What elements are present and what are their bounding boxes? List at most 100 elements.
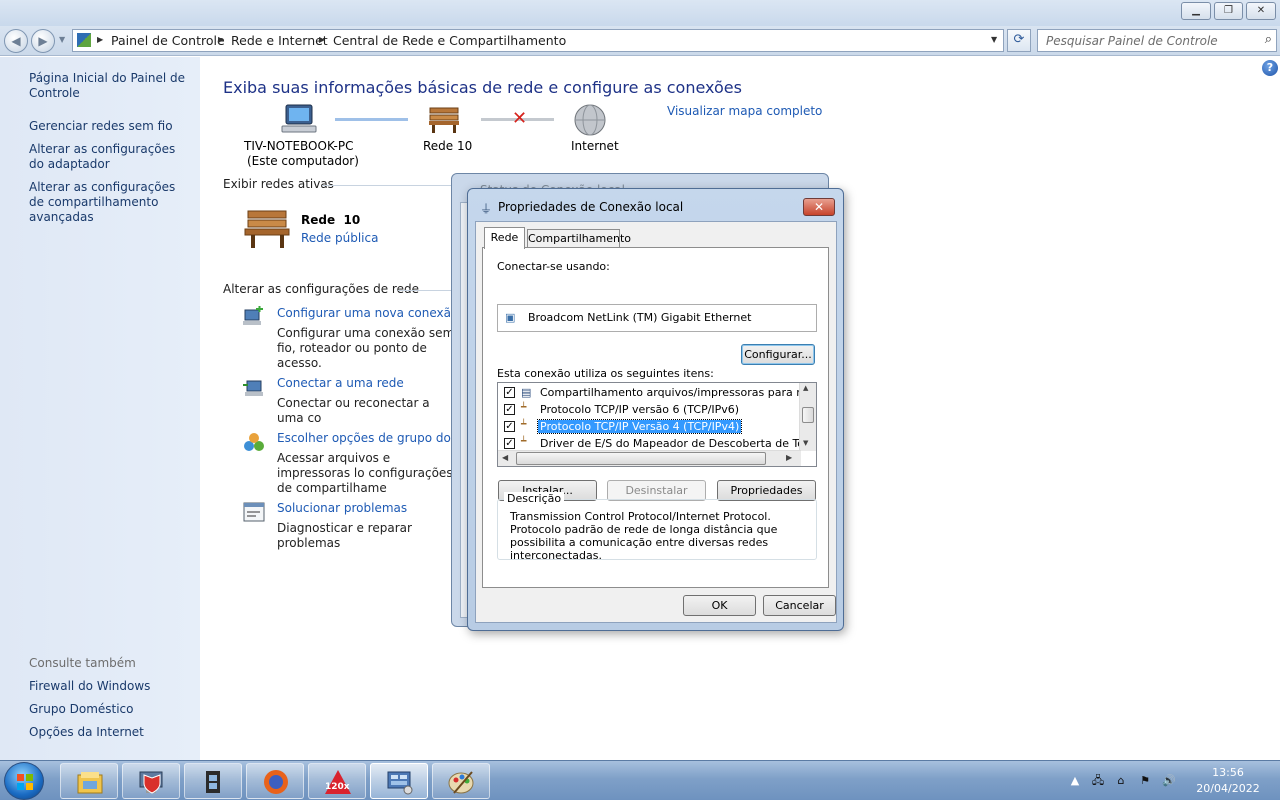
breadcrumb-separator-icon[interactable]: ▶ xyxy=(319,35,325,44)
taskbar-app-firefox[interactable] xyxy=(246,763,304,799)
item-checkbox[interactable]: ✓ xyxy=(504,404,515,415)
item-label-selected: Protocolo TCP/IP Versão 4 (TCP/IPv4) xyxy=(536,419,743,434)
protocol-icon: ┷ xyxy=(521,437,527,447)
sidebar-link-sharing[interactable]: Alterar as configurações de compartilham… xyxy=(29,180,194,225)
dialog-close-button[interactable]: ✕ xyxy=(803,198,835,216)
breadcrumb-item[interactable]: Central de Rede e Compartilhamento xyxy=(333,33,566,48)
sidebar-link-adapter[interactable]: Alterar as configurações do adaptador xyxy=(29,142,194,172)
breadcrumb-separator-icon[interactable]: ▶ xyxy=(218,35,224,44)
task-homegroup-link[interactable]: Escolher opções de grupo domés xyxy=(277,431,476,445)
item-label: Compartilhamento arquivos/impressoras pa… xyxy=(540,386,816,399)
sidebar-link-home[interactable]: Página Inicial do Painel de Controle xyxy=(29,71,194,101)
scroll-thumb[interactable] xyxy=(802,407,814,423)
minimize-button[interactable]: ▁ xyxy=(1181,2,1211,20)
connection-line xyxy=(335,118,408,121)
recent-pages-dropdown-icon[interactable]: ▼ xyxy=(59,35,65,44)
task-troubleshoot-link[interactable]: Solucionar problemas xyxy=(277,501,407,515)
task-troubleshoot-desc: Diagnosticar e reparar problemas xyxy=(277,521,412,550)
list-item[interactable]: ✓ ┷ Protocolo TCP/IP versão 6 (TCP/IPv6) xyxy=(504,402,804,418)
taskbar-app-paint[interactable] xyxy=(432,763,490,799)
see-also-firewall[interactable]: Firewall do Windows xyxy=(29,679,194,694)
refresh-button[interactable]: ⟳ xyxy=(1007,29,1031,52)
globe-icon xyxy=(574,104,606,136)
volume-icon[interactable]: 🔊 xyxy=(1162,774,1176,788)
task-new-connection-desc: Configurar uma conexão sem fio, roteador… xyxy=(277,326,455,370)
taskbar-app-control-panel[interactable] xyxy=(370,763,428,799)
scroll-left-icon[interactable]: ◀ xyxy=(502,453,508,462)
items-list[interactable]: ✓ ▤ Compartilhamento arquivos/impressora… xyxy=(497,382,817,467)
see-also-internet-options[interactable]: Opções da Internet xyxy=(29,725,194,740)
tab-rede[interactable]: Rede xyxy=(484,227,525,249)
address-box[interactable]: ▶ Painel de Controle ▶ Rede e Internet ▶… xyxy=(72,29,1004,52)
taskbar-app-security[interactable] xyxy=(122,763,180,799)
show-hidden-icons[interactable]: ▲ xyxy=(1068,774,1082,788)
address-bar-row: ◀ ▶ ▼ ▶ Painel de Controle ▶ Rede e Inte… xyxy=(0,26,1280,56)
search-input[interactable]: Pesquisar Painel de Controle ⌕ xyxy=(1037,29,1277,52)
start-button[interactable] xyxy=(4,762,44,800)
clock[interactable]: 13:56 20/04/2022 xyxy=(1183,765,1273,797)
items-label: Esta conexão utiliza os seguintes itens: xyxy=(497,367,714,380)
scroll-right-icon[interactable]: ▶ xyxy=(786,453,792,462)
hscroll-thumb[interactable] xyxy=(516,452,766,465)
properties-button[interactable]: Propriedades xyxy=(717,480,816,501)
uninstall-button[interactable]: Desinstalar xyxy=(607,480,706,501)
close-window-button[interactable]: ✕ xyxy=(1246,2,1276,20)
item-label: Protocolo TCP/IP versão 6 (TCP/IPv6) xyxy=(540,403,740,416)
tab-compartilhamento[interactable]: Compartilhamento xyxy=(527,229,631,248)
scroll-up-icon[interactable]: ▲ xyxy=(803,384,808,392)
configure-button[interactable]: Configurar... xyxy=(741,344,815,365)
breadcrumb-separator-icon: ▶ xyxy=(97,35,104,44)
maximize-button[interactable]: ❐ xyxy=(1214,2,1243,20)
task-new-connection-link[interactable]: Configurar uma nova conexão ou xyxy=(277,306,477,320)
taskbar-app-autocad[interactable]: 120x xyxy=(308,763,366,799)
page-title: Exiba suas informações básicas de rede e… xyxy=(223,78,742,97)
list-horizontal-scrollbar[interactable]: ◀ ▶ xyxy=(498,450,801,466)
see-also-heading: Consulte também xyxy=(29,656,136,670)
clock-time: 13:56 xyxy=(1212,766,1244,779)
task-connect-desc: Conectar ou reconectar a uma co xyxy=(277,396,430,425)
breadcrumb-item[interactable]: Painel de Controle xyxy=(111,33,225,48)
change-settings-heading: Alterar as configurações de rede xyxy=(223,282,419,296)
breadcrumb-item[interactable]: Rede e Internet xyxy=(231,33,328,48)
homegroup-icon xyxy=(244,433,264,451)
see-also-homegroup[interactable]: Grupo Doméstico xyxy=(29,702,194,717)
adapter-field: ▣ Broadcom NetLink (TM) Gigabit Ethernet xyxy=(497,304,817,332)
list-vertical-scrollbar[interactable]: ▲ ▼ xyxy=(799,383,816,451)
network-node-label: Rede 10 xyxy=(423,139,473,153)
clock-date: 20/04/2022 xyxy=(1196,782,1260,795)
item-checkbox[interactable]: ✓ xyxy=(504,421,515,432)
protocol-icon: ┷ xyxy=(521,403,527,413)
ok-button[interactable]: OK xyxy=(683,595,756,616)
network-tray-icon[interactable]: 🖧 xyxy=(1091,774,1105,788)
address-dropdown-icon[interactable]: ▼ xyxy=(991,35,997,44)
action-center-icon[interactable]: ⚑ xyxy=(1138,774,1152,788)
sidebar-link-wireless[interactable]: Gerenciar redes sem fio xyxy=(29,119,194,134)
control-panel-icon xyxy=(77,33,91,47)
taskbar-app-explorer[interactable] xyxy=(60,763,118,799)
windows-logo-icon xyxy=(17,774,33,790)
taskbar-app-movie[interactable] xyxy=(184,763,242,799)
connection-properties-dialog: ⏚ Propriedades de Conexão local ✕ Rede C… xyxy=(467,188,844,631)
task-connect-link[interactable]: Conectar a uma rede xyxy=(277,376,404,390)
help-icon[interactable]: ? xyxy=(1262,60,1278,76)
search-icon[interactable]: ⌕ xyxy=(1265,32,1272,47)
network-adapter-icon: ⏚ xyxy=(480,202,493,216)
taskbar: 120x ▲ 🖧 ⌂ ⚑ 🔊 13:56 20/04/2022 xyxy=(0,760,1280,800)
troubleshoot-icon xyxy=(243,502,265,522)
monitor-shield-icon xyxy=(139,771,163,794)
forward-button[interactable]: ▶ xyxy=(31,29,55,53)
list-item[interactable]: ✓ ▤ Compartilhamento arquivos/impressora… xyxy=(504,385,816,401)
view-full-map-link[interactable]: Visualizar mapa completo xyxy=(667,104,822,118)
scroll-down-icon[interactable]: ▼ xyxy=(803,439,808,447)
network-type-link[interactable]: Rede pública xyxy=(301,231,378,245)
app-badge: 120x xyxy=(325,782,350,792)
back-button[interactable]: ◀ xyxy=(4,29,28,53)
protocol-icon: ┷ xyxy=(521,420,527,430)
new-connection-icon xyxy=(243,306,263,325)
item-checkbox[interactable]: ✓ xyxy=(504,438,515,449)
cancel-button[interactable]: Cancelar xyxy=(763,595,836,616)
usb-tray-icon[interactable]: ⌂ xyxy=(1114,774,1128,788)
list-item[interactable]: ✓ ┷ Protocolo TCP/IP Versão 4 (TCP/IPv4) xyxy=(504,419,804,435)
item-checkbox[interactable]: ✓ xyxy=(504,387,515,398)
printer-share-icon: ▤ xyxy=(521,386,532,399)
